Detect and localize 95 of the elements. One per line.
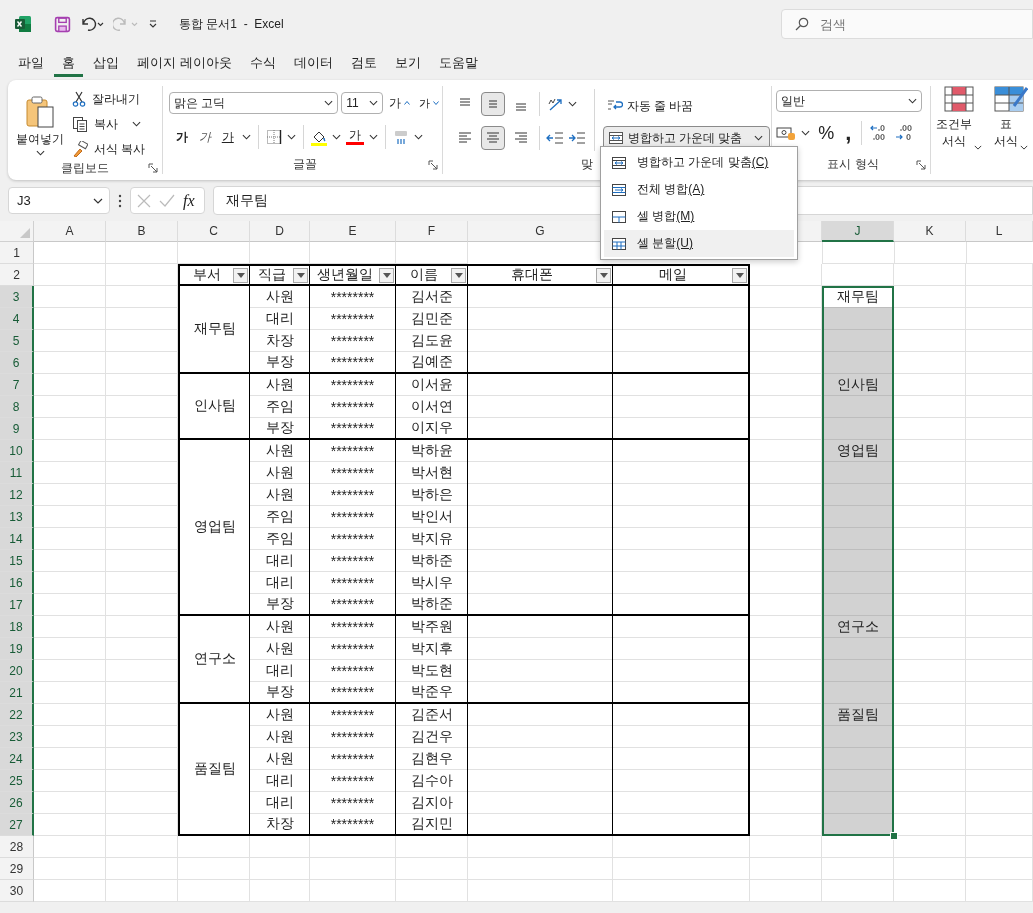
table-cell: ******** bbox=[310, 594, 396, 616]
table-cell: 박주원 bbox=[396, 616, 468, 638]
table-cell: 이서윤 bbox=[396, 374, 468, 396]
table-cell: 주임 bbox=[250, 528, 310, 550]
table-cell: ******** bbox=[310, 374, 396, 396]
selected-cell: 영업팀 bbox=[822, 440, 894, 462]
table-cell: 사원 bbox=[250, 726, 310, 748]
table-cell: 이서연 bbox=[396, 396, 468, 418]
table-cell: 김건우 bbox=[396, 726, 468, 748]
table-cell: 박하준 bbox=[396, 550, 468, 572]
table-cell: 김예준 bbox=[396, 352, 468, 374]
group-label: 글꼴 bbox=[293, 155, 318, 173]
table-cell: 부장 bbox=[250, 682, 310, 704]
table-cell: 김지아 bbox=[396, 792, 468, 814]
column-title: 이름 bbox=[408, 266, 439, 284]
column-title: 부서 bbox=[191, 266, 222, 284]
table-cell: 대리 bbox=[250, 770, 310, 792]
department-cell: 인사팀 bbox=[178, 374, 250, 440]
table-cell: ******** bbox=[310, 330, 396, 352]
column-title: 생년월일 bbox=[315, 266, 374, 284]
table-cell: 박하은 bbox=[396, 484, 468, 506]
table-cell: ******** bbox=[310, 550, 396, 572]
table-cell: 김지민 bbox=[396, 814, 468, 836]
table-cell: ******** bbox=[310, 682, 396, 704]
table-cell: 부장 bbox=[250, 594, 310, 616]
table-cell: ******** bbox=[310, 660, 396, 682]
table-cell: ******** bbox=[310, 704, 396, 726]
group-label: 맞 bbox=[580, 155, 593, 173]
table-cell: 박서현 bbox=[396, 462, 468, 484]
table-cell: 사원 bbox=[250, 440, 310, 462]
table-cell: ******** bbox=[310, 770, 396, 792]
table-cell: 주임 bbox=[250, 396, 310, 418]
table-cell: 사원 bbox=[250, 704, 310, 726]
table-cell: 박하윤 bbox=[396, 440, 468, 462]
table-cell: 주임 bbox=[250, 506, 310, 528]
table-cell: ******** bbox=[310, 792, 396, 814]
table-cell: 사원 bbox=[250, 286, 310, 308]
selected-cell: 인사팀 bbox=[822, 374, 894, 396]
table-cell: ******** bbox=[310, 462, 396, 484]
table-cell: 박인서 bbox=[396, 506, 468, 528]
table-cell: 사원 bbox=[250, 616, 310, 638]
table-cell: ******** bbox=[310, 638, 396, 660]
table-cell: 부장 bbox=[250, 352, 310, 374]
table-cell: 박지유 bbox=[396, 528, 468, 550]
table-cell: 사원 bbox=[250, 484, 310, 506]
table-cell: ******** bbox=[310, 286, 396, 308]
selected-cell: 품질팀 bbox=[822, 704, 894, 726]
table-cell: 사원 bbox=[250, 748, 310, 770]
table-cell: 사원 bbox=[250, 374, 310, 396]
table-cell: 차장 bbox=[250, 330, 310, 352]
table-cell: 대리 bbox=[250, 660, 310, 682]
table-cell: 박도현 bbox=[396, 660, 468, 682]
table-cell: ******** bbox=[310, 440, 396, 462]
column-title: 직급 bbox=[256, 266, 287, 284]
department-cell: 재무팀 bbox=[178, 286, 250, 374]
table-cell: 김서준 bbox=[396, 286, 468, 308]
table-cell: ******** bbox=[310, 528, 396, 550]
table-cell: 대리 bbox=[250, 550, 310, 572]
department-cell: 영업팀 bbox=[178, 440, 250, 616]
table-cell: 박준우 bbox=[396, 682, 468, 704]
table-cell: 김도윤 bbox=[396, 330, 468, 352]
table-cell: 김민준 bbox=[396, 308, 468, 330]
table-cell: ******** bbox=[310, 352, 396, 374]
window-title: 통합 문서1 - Excel bbox=[179, 15, 284, 33]
table-cell: ******** bbox=[310, 748, 396, 770]
table-cell: ******** bbox=[310, 572, 396, 594]
table-cell: 박하준 bbox=[396, 594, 468, 616]
table-cell: ******** bbox=[310, 726, 396, 748]
table-cell: ******** bbox=[310, 484, 396, 506]
column-title: 메일 bbox=[657, 266, 688, 284]
table-cell: 이지우 bbox=[396, 418, 468, 440]
group-label: 클립보드 bbox=[60, 160, 109, 177]
table-cell: ******** bbox=[310, 396, 396, 418]
table-cell: 부장 bbox=[250, 418, 310, 440]
table-cell: 김준서 bbox=[396, 704, 468, 726]
table-cell: 대리 bbox=[250, 792, 310, 814]
column-title: 휴대폰 bbox=[510, 266, 554, 284]
table-cell: 차장 bbox=[250, 814, 310, 836]
table-cell: 사원 bbox=[250, 462, 310, 484]
department-cell: 연구소 bbox=[178, 616, 250, 704]
table-cell: ******** bbox=[310, 616, 396, 638]
table-cell: ******** bbox=[310, 308, 396, 330]
table-cell: 대리 bbox=[250, 572, 310, 594]
table-cell: 김수아 bbox=[396, 770, 468, 792]
table-cell: ******** bbox=[310, 418, 396, 440]
table-cell: ******** bbox=[310, 814, 396, 836]
table-cell: 대리 bbox=[250, 308, 310, 330]
table-cell: 박지후 bbox=[396, 638, 468, 660]
table-cell: 박시우 bbox=[396, 572, 468, 594]
table-cell: 김현우 bbox=[396, 748, 468, 770]
table-cell: ******** bbox=[310, 506, 396, 528]
table-cell: 사원 bbox=[250, 638, 310, 660]
group-label: 표시 형식 bbox=[827, 155, 879, 173]
selected-cell: 연구소 bbox=[822, 616, 894, 638]
department-cell: 품질팀 bbox=[178, 704, 250, 836]
